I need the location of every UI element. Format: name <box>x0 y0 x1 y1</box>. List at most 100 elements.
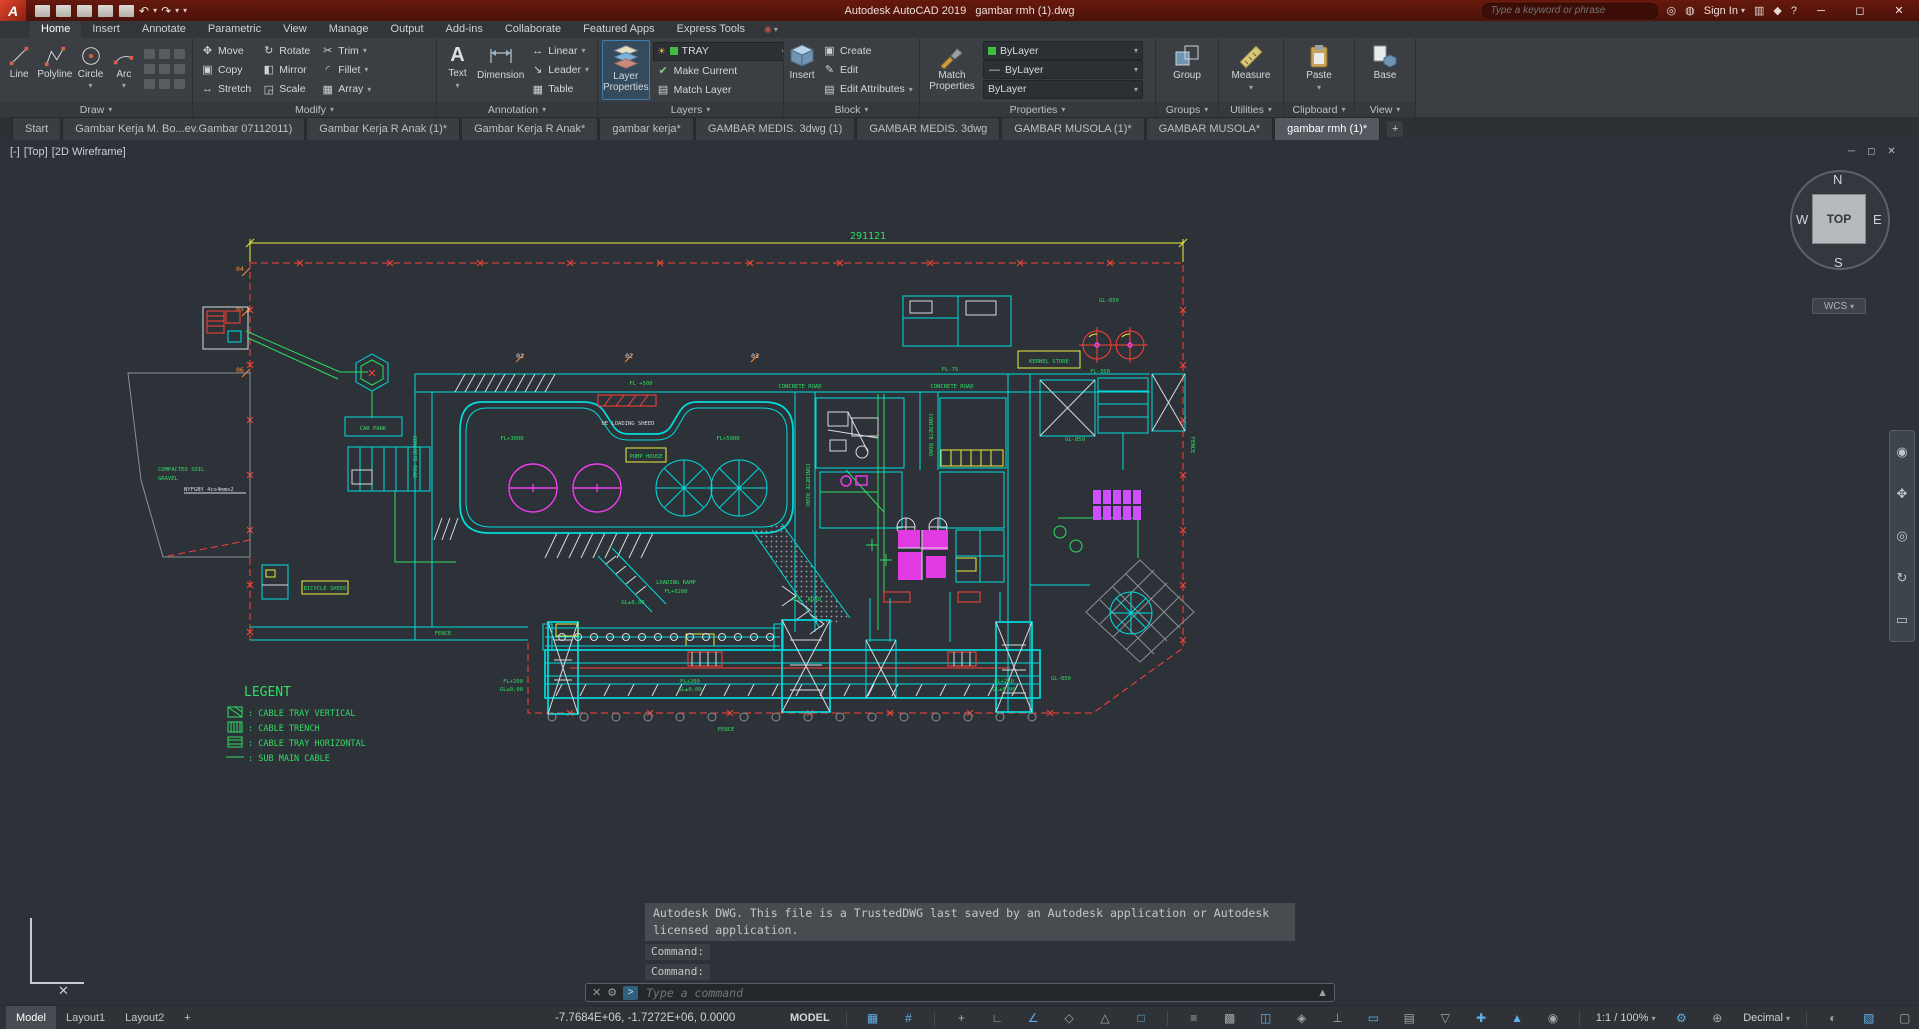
insert-button[interactable]: Insert <box>788 40 816 100</box>
right-structures[interactable]: FL-350 GL-850 <box>1065 369 1185 470</box>
legend-item[interactable]: : CABLE TRAY HORIZONTAL <box>248 739 366 749</box>
open-file-icon[interactable] <box>55 4 72 18</box>
showmotion-icon[interactable]: ▭ <box>1896 612 1908 628</box>
viewcube-west[interactable]: W <box>1796 212 1808 227</box>
bicycle-sheed[interactable]: BICYCLE SHEED <box>302 581 348 594</box>
layout-tab-layout1[interactable]: Layout1 <box>56 1006 115 1029</box>
fl500-label[interactable]: FL +500 <box>629 381 652 387</box>
ribbon-tab-annotate[interactable]: Annotate <box>131 21 197 38</box>
ribbon-state-icon[interactable]: ◉ ▾ <box>756 21 786 38</box>
group-button[interactable]: Group <box>1160 40 1214 100</box>
new-file-icon[interactable] <box>34 4 51 18</box>
concrete-road-label[interactable]: CONCRETE ROAD <box>804 463 810 506</box>
orbit-icon[interactable]: ↻ <box>1897 570 1908 586</box>
panel-label-groups[interactable]: Groups ▾ <box>1156 102 1218 117</box>
lineweight-icon[interactable]: ≡ <box>1184 1006 1204 1029</box>
app-store-icon[interactable]: ▥ <box>1754 4 1764 17</box>
panel-label-properties[interactable]: Properties ▾ <box>920 102 1155 117</box>
make-current-button[interactable]: ✔Make Current <box>653 62 783 80</box>
fl3000-label[interactable]: FL+3000 <box>500 436 523 442</box>
compacted-soil-label[interactable]: COMPACTED SOIL <box>158 467 205 473</box>
loading-ramp-label[interactable]: LOADING RAMP <box>656 580 696 586</box>
osnap-tracking-icon[interactable]: △ <box>1095 1006 1115 1029</box>
fl75-label[interactable]: FL-75 <box>942 367 959 373</box>
gravel-label[interactable]: GRAVEL <box>158 476 179 482</box>
fl200-label[interactable]: FL+200 <box>680 679 700 685</box>
isolate-objects-icon[interactable]: ◐ <box>1823 1006 1843 1029</box>
fl5000-label[interactable]: FL+5000 <box>716 436 739 442</box>
steering-wheel-icon[interactable]: ◉ <box>1896 444 1907 460</box>
ribbon-tab-addins[interactable]: Add-ins <box>435 21 494 38</box>
file-tab-active[interactable]: gambar rmh (1)* <box>1274 117 1380 140</box>
panel-label-clipboard[interactable]: Clipboard ▾ <box>1284 102 1354 117</box>
dimension-text[interactable]: 291121 <box>850 231 886 242</box>
linear-dropdown-icon[interactable]: ▾ <box>581 46 585 55</box>
gl850-label[interactable]: GL-850 <box>1065 437 1085 443</box>
osnap-icon[interactable]: □ <box>1131 1006 1151 1029</box>
conveyor-complex[interactable]: FL+200 GL±0,00 FL+200 GL±0,00 FL+200 GL±… <box>500 620 1071 721</box>
viewport-view-menu[interactable]: [Top] <box>24 146 48 158</box>
dynamic-ucs-icon[interactable]: ⊥ <box>1327 1006 1347 1029</box>
color-select[interactable]: ByLayer ▾ <box>983 41 1143 60</box>
legend[interactable]: LEGENT : CABLE TRAY VERTICAL : CABLE TRE… <box>226 685 366 764</box>
base-button[interactable]: Base <box>1359 40 1411 100</box>
fl6200-label[interactable]: FL+6200 <box>664 589 687 595</box>
selection-cycling-icon[interactable]: ◫ <box>1256 1006 1276 1029</box>
wcs-button[interactable]: WCS ▾ <box>1812 298 1866 314</box>
concrete-road-label[interactable]: CONCRETE ROAD <box>927 413 933 456</box>
selection-filter-icon[interactable]: ▽ <box>1435 1006 1455 1029</box>
search-icon[interactable]: ◎ <box>1667 4 1677 17</box>
fence-label[interactable]: FENCE <box>1189 437 1195 454</box>
panel-utilities-expand-icon[interactable]: ▾ <box>1268 105 1272 114</box>
array-tool-button[interactable]: ▦Array▾ <box>317 80 375 98</box>
gl850-label[interactable]: GL-850 <box>1099 298 1119 304</box>
ribbon-tab-insert[interactable]: Insert <box>81 21 131 38</box>
panel-label-draw[interactable]: Draw ▾ <box>0 102 192 117</box>
bicycle-sheed-label[interactable]: BICYCLE SHEED <box>303 586 346 592</box>
drawing-minimize-icon[interactable]: ─ <box>1848 146 1855 157</box>
fillet-tool-button[interactable]: ◜Fillet▾ <box>317 61 375 79</box>
concrete-road-label[interactable]: CONCRETE ROAD <box>930 384 973 390</box>
gizmo-icon[interactable]: ✚ <box>1471 1006 1491 1029</box>
oe-loading-sheed[interactable]: OE LOADING SHEED <box>598 395 656 427</box>
match-layer-button[interactable]: ▤Match Layer <box>653 81 783 99</box>
annotation-monitor-icon[interactable]: ⊕ <box>1707 1006 1727 1029</box>
viewcube-north[interactable]: N <box>1833 172 1842 187</box>
workspace-switching-icon[interactable]: ⚙ <box>1671 1006 1691 1029</box>
close-button[interactable]: ✕ <box>1884 4 1914 17</box>
concrete-road-label[interactable]: CONCRETE ROAD <box>778 384 821 390</box>
layer-select-dropdown-icon[interactable]: ▾ <box>782 47 783 56</box>
help-icon[interactable]: ? <box>1791 5 1797 17</box>
linetype-select[interactable]: ByLayer ▾ <box>983 80 1143 99</box>
osnap-3d-icon[interactable]: ◈ <box>1292 1006 1312 1029</box>
move-tool-button[interactable]: ✥Move <box>197 42 255 60</box>
drawing-canvas[interactable]: 291121 01 02 03 04 05 06 COMPACTED SOIL … <box>0 140 1919 1008</box>
grid-label[interactable]: 02 <box>625 352 633 360</box>
leader-dropdown-icon[interactable]: ▾ <box>585 65 589 74</box>
trim-dropdown-icon[interactable]: ▾ <box>363 46 367 55</box>
panel-modify-expand-icon[interactable]: ▾ <box>330 105 334 114</box>
redo-icon[interactable]: ↷ <box>161 5 171 17</box>
ribbon-tab-output[interactable]: Output <box>380 21 435 38</box>
viewport-visual-style-menu[interactable]: [2D Wireframe] <box>52 146 126 158</box>
viewcube-east[interactable]: E <box>1873 212 1882 227</box>
drawing-close-icon[interactable]: ✕ <box>1887 146 1895 157</box>
new-layout-button[interactable]: + <box>174 1006 200 1029</box>
pan-icon[interactable]: ✥ <box>1897 486 1908 502</box>
file-tab-start[interactable]: Start <box>12 117 61 140</box>
panel-draw-expand-icon[interactable]: ▾ <box>108 105 112 114</box>
model-space-indicator[interactable]: MODEL <box>790 1012 830 1024</box>
gl850-label[interactable]: GL-850 <box>1051 676 1071 682</box>
command-input[interactable] <box>644 985 1311 1001</box>
autoscale-icon[interactable]: ◉ <box>1543 1006 1563 1029</box>
building-top-right[interactable] <box>903 296 1011 346</box>
match-properties-button[interactable]: Match Properties <box>924 40 980 100</box>
redo-dropdown-icon[interactable]: ▾ <box>175 6 179 15</box>
linear-tool-button[interactable]: ↔Linear▾ <box>527 42 593 60</box>
dynamic-input-icon[interactable]: ▭ <box>1363 1006 1383 1029</box>
infer-constraints-icon[interactable]: + <box>951 1006 971 1029</box>
lattice-structure[interactable] <box>1086 560 1194 662</box>
viewport-controls-menu[interactable]: [-] <box>10 146 20 158</box>
ortho-icon[interactable]: ∟ <box>987 1006 1007 1029</box>
minimize-button[interactable]: ─ <box>1806 5 1836 17</box>
